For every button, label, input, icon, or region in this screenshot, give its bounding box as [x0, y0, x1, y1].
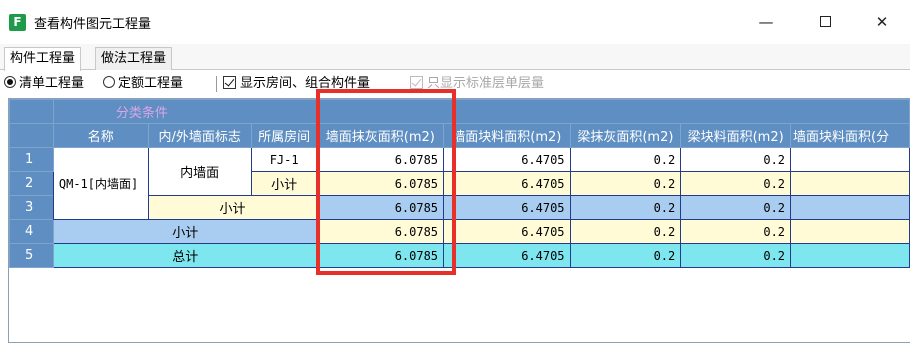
- corner-cell: [9, 99, 54, 124]
- group-header-row: 分类条件: [9, 99, 910, 124]
- value-cell[interactable]: 0.2: [569, 243, 682, 268]
- checkbox-show-rooms[interactable]: 显示房间、组合构件量: [223, 75, 370, 93]
- radio-quota-quantity[interactable]: 定额工程量: [103, 75, 183, 93]
- app-logo-icon: F: [9, 14, 26, 31]
- room-subtotal-cell[interactable]: 小计: [250, 171, 318, 196]
- value-cell[interactable]: [790, 171, 910, 196]
- radio-selected-icon: [4, 76, 16, 88]
- value-cell[interactable]: 0.2: [569, 147, 682, 172]
- radio-list-quantity[interactable]: 清单工程量: [4, 75, 84, 93]
- value-cell[interactable]: 6.0785: [316, 243, 445, 268]
- table-row[interactable]: 4 小计 6.0785 6.4705 0.2 0.2: [9, 219, 910, 244]
- value-cell[interactable]: 0.2: [680, 147, 792, 172]
- row-number[interactable]: 5: [9, 243, 54, 268]
- value-cell[interactable]: [790, 195, 910, 220]
- table-row[interactable]: 1 QM-1[内墙面] 内墙面 FJ-1 6.0785 6.4705 0.2 0…: [9, 147, 910, 220]
- quantity-table: 分类条件 名称 内/外墙面标志 所属房间 墙面抹灰面积(m2) 墙面块料面积(m…: [9, 99, 910, 268]
- title-bar: F 查看构件图元工程量 — ✕: [0, 0, 910, 44]
- checkbox-checked-icon: [223, 76, 236, 89]
- radio-quota-label: 定额工程量: [118, 76, 184, 91]
- room-cell[interactable]: FJ-1: [250, 147, 318, 172]
- value-cell[interactable]: 0.2: [569, 219, 682, 244]
- row-number[interactable]: 2: [9, 171, 54, 196]
- checkbox-standard-floor-label: 只显示标准层单层量: [427, 76, 545, 91]
- column-header-row: 名称 内/外墙面标志 所属房间 墙面抹灰面积(m2) 墙面块料面积(m2) 梁抹…: [9, 123, 910, 148]
- value-cell[interactable]: 6.4705: [443, 195, 571, 220]
- close-button[interactable]: ✕: [862, 8, 902, 36]
- value-cell[interactable]: [790, 219, 910, 244]
- tab-method-quantity[interactable]: 做法工程量: [95, 47, 173, 70]
- value-cell[interactable]: 6.0785: [316, 195, 445, 220]
- minimize-button[interactable]: —: [746, 8, 786, 36]
- tab-component-quantity[interactable]: 构件工程量: [4, 47, 82, 71]
- value-cell[interactable]: 6.0785: [316, 219, 445, 244]
- value-cell[interactable]: [790, 147, 910, 172]
- options-bar: 清单工程量 定额工程量 显示房间、组合构件量 只显示标准层单层量: [0, 72, 910, 96]
- column-header[interactable]: 墙面块料面积(m2): [443, 123, 571, 148]
- row-number[interactable]: 4: [9, 219, 54, 244]
- flag-subtotal-cell[interactable]: 小计: [147, 195, 318, 220]
- value-cell[interactable]: 0.2: [569, 195, 682, 220]
- value-cell[interactable]: 6.4705: [443, 219, 571, 244]
- table-row[interactable]: 5 总计 6.0785 6.4705 0.2 0.2: [9, 243, 910, 268]
- name-cell[interactable]: QM-1[内墙面]: [52, 147, 149, 220]
- radio-list-label: 清单工程量: [19, 76, 85, 91]
- column-header[interactable]: 所属房间: [250, 123, 318, 148]
- tab-strip: 构件工程量 做法工程量: [0, 44, 910, 71]
- group-header-blank: [316, 99, 910, 124]
- quantity-grid: 分类条件 名称 内/外墙面标志 所属房间 墙面抹灰面积(m2) 墙面块料面积(m…: [8, 98, 910, 343]
- row-number[interactable]: 3: [9, 195, 54, 220]
- column-header[interactable]: 名称: [52, 123, 149, 148]
- value-cell[interactable]: 6.4705: [443, 147, 571, 172]
- value-cell[interactable]: 6.0785: [316, 147, 445, 172]
- value-cell[interactable]: 6.4705: [443, 243, 571, 268]
- value-cell[interactable]: 0.2: [680, 195, 792, 220]
- value-cell[interactable]: 6.0785: [316, 171, 445, 196]
- wall-flag-cell[interactable]: 内墙面: [147, 147, 252, 196]
- options-divider: [216, 76, 217, 92]
- column-header[interactable]: 墙面抹灰面积(m2): [316, 123, 445, 148]
- maximize-button[interactable]: [805, 8, 845, 36]
- maximize-icon: [819, 16, 831, 27]
- group-header-category: 分类条件: [52, 99, 318, 124]
- column-header[interactable]: 梁抹灰面积(m2): [569, 123, 682, 148]
- value-cell[interactable]: 0.2: [680, 171, 792, 196]
- checkbox-disabled-icon: [410, 76, 423, 89]
- value-cell[interactable]: 0.2: [569, 171, 682, 196]
- row-number[interactable]: 1: [9, 147, 54, 172]
- corner-cell: [9, 123, 54, 148]
- window-title: 查看构件图元工程量: [34, 17, 152, 32]
- column-header[interactable]: 墙面块料面积(分: [790, 123, 910, 148]
- checkbox-show-rooms-label: 显示房间、组合构件量: [240, 76, 371, 91]
- name-subtotal-cell[interactable]: 小计: [52, 219, 318, 244]
- radio-empty-icon: [103, 76, 115, 88]
- checkbox-standard-floor: 只显示标准层单层量: [410, 75, 544, 93]
- value-cell[interactable]: 0.2: [680, 243, 792, 268]
- column-header[interactable]: 梁块料面积(m2): [680, 123, 792, 148]
- value-cell[interactable]: 6.4705: [443, 171, 571, 196]
- column-header[interactable]: 内/外墙面标志: [147, 123, 252, 148]
- grand-total-cell[interactable]: 总计: [52, 243, 318, 268]
- value-cell[interactable]: [790, 243, 910, 268]
- value-cell[interactable]: 0.2: [680, 219, 792, 244]
